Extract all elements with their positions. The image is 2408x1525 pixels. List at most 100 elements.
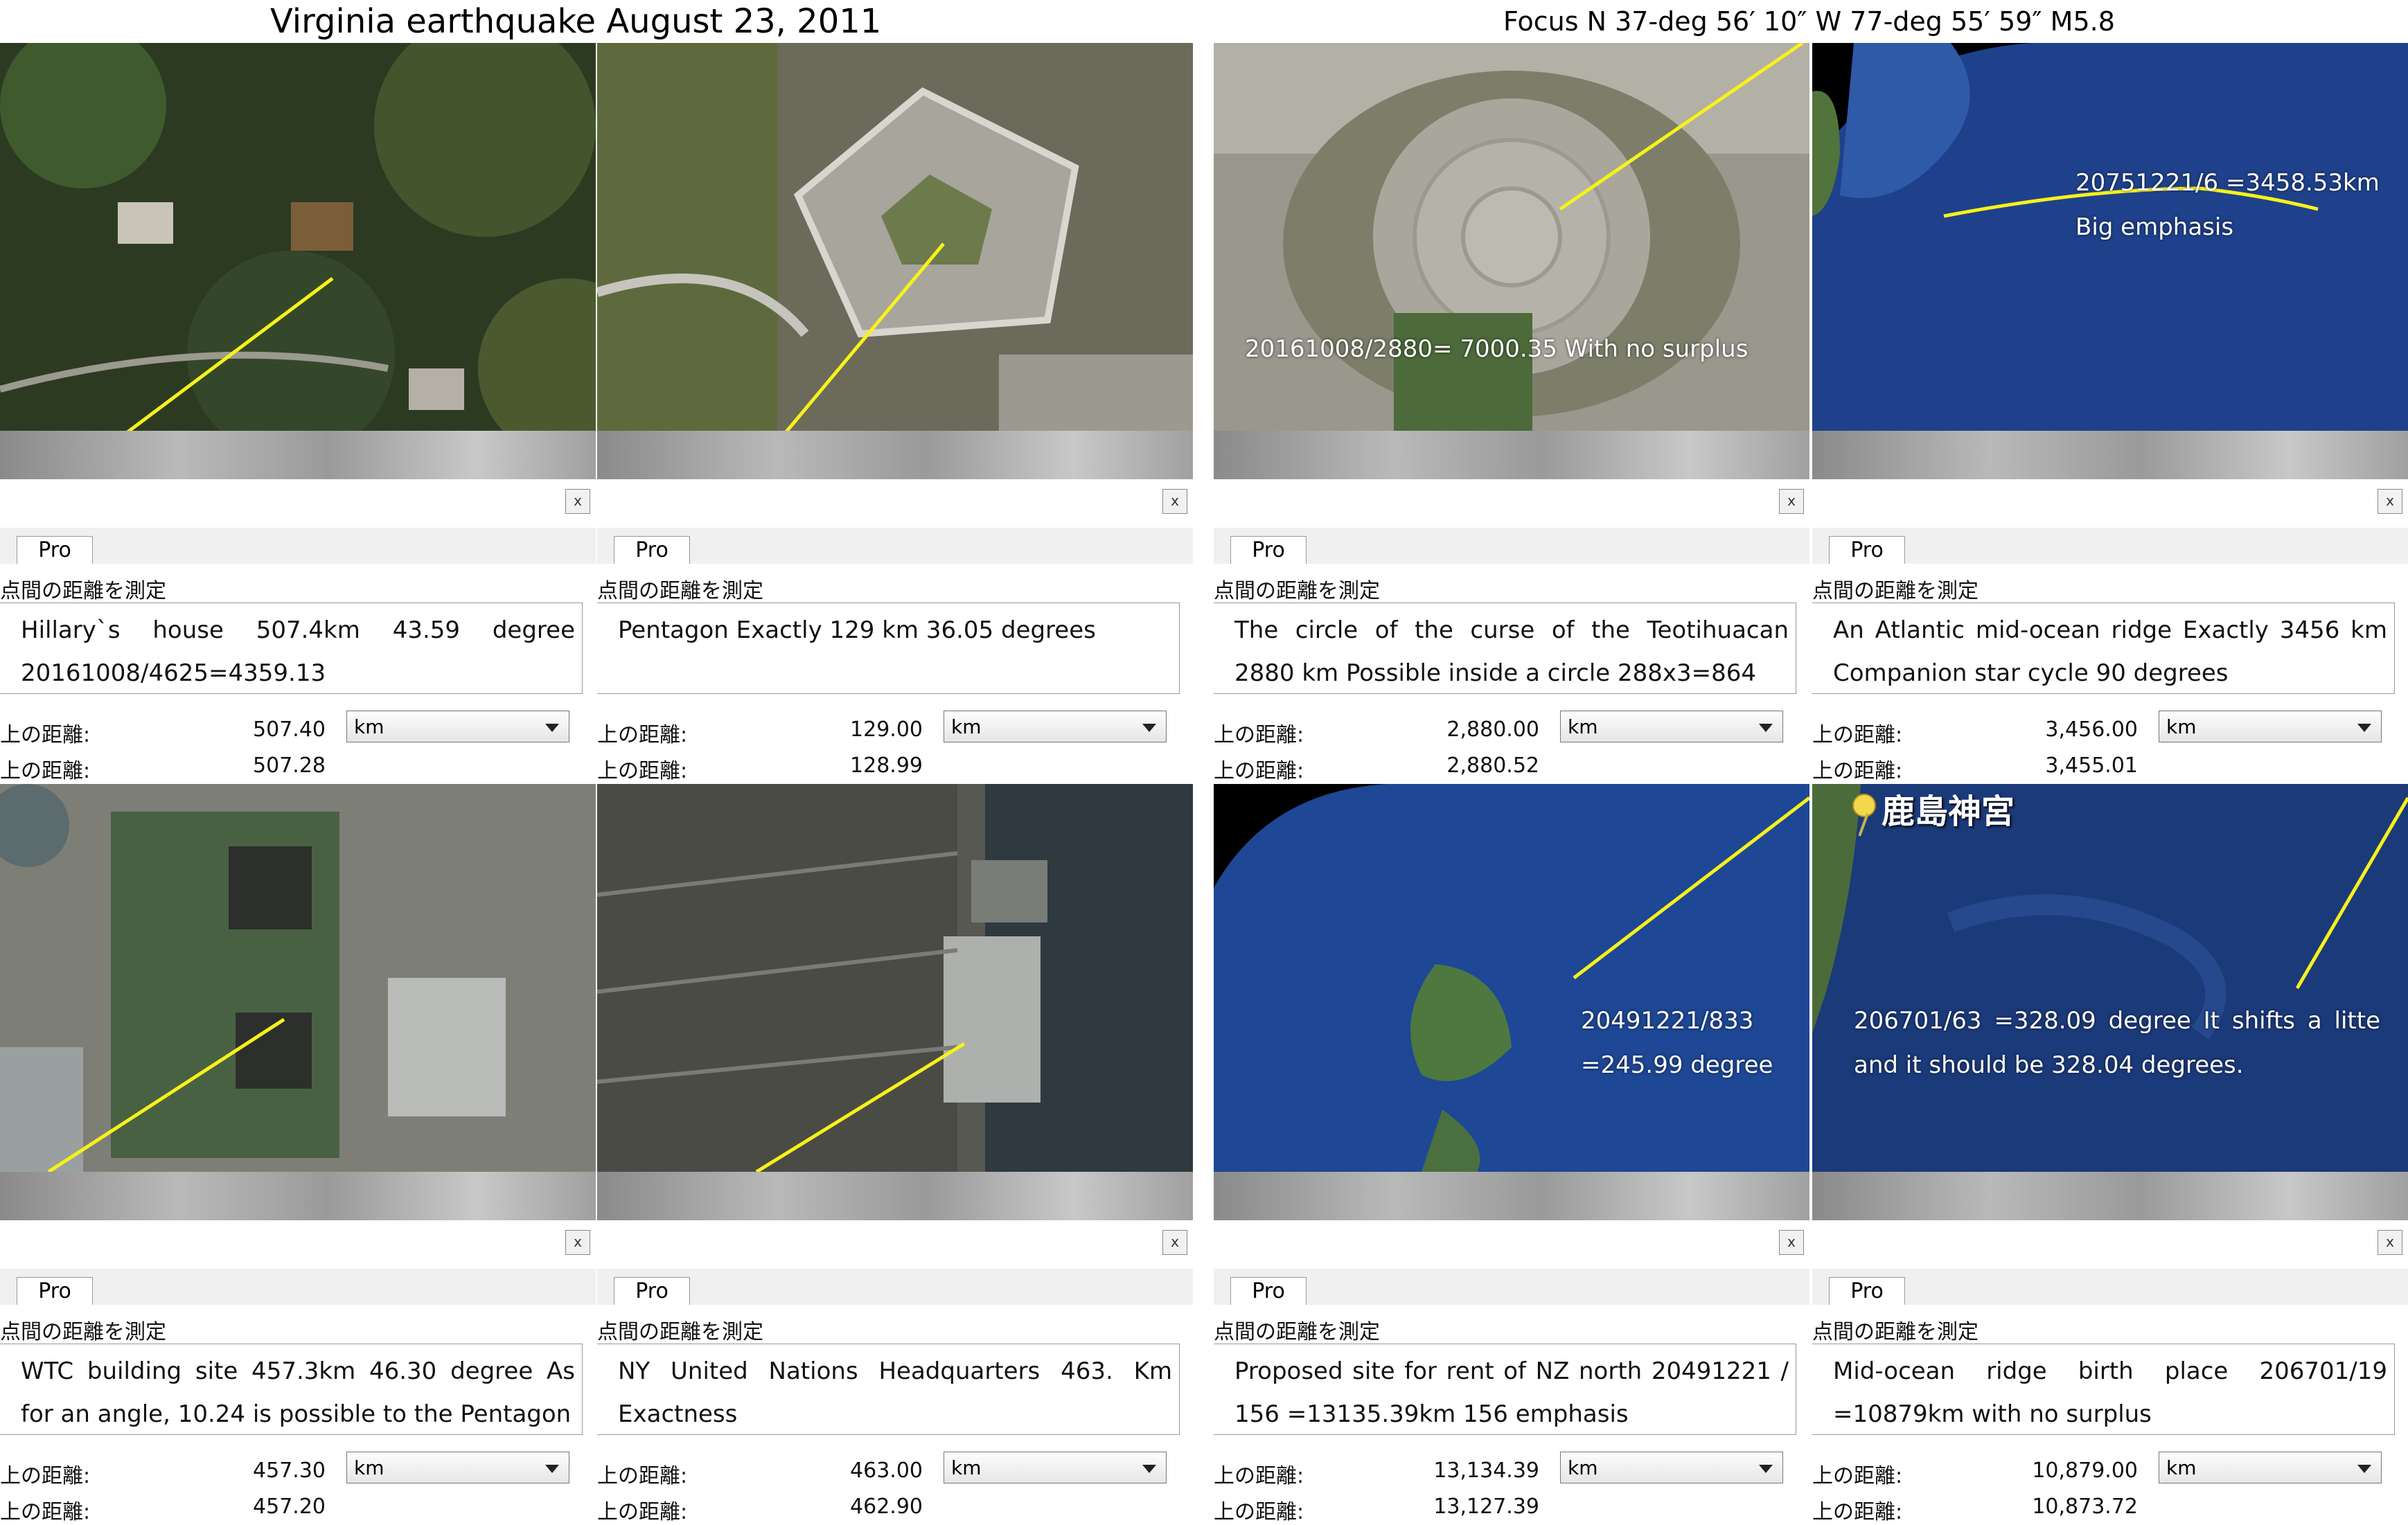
measure-panel: 20751221/6 =3458.53km Big emphasis x Pro 点間… [1812,43,2408,784]
map-image [0,784,596,1172]
unit-select-value: km [354,715,384,738]
measure-content: 点間の距離を測定 Hillary`s house 507.4km 43.59 de… [0,564,596,784]
note-box: Proposed site for rent of NZ north 20491… [1214,1344,1796,1435]
measure-panel: x Pro 点間の距離を測定 WTC building site 457.3km 46… [0,784,596,1525]
tab-bar: Pro [597,1269,1193,1305]
close-button[interactable]: x [565,1230,590,1255]
map-distance-label: 上の距離: [0,1464,91,1488]
chevron-down-icon [1759,724,1773,732]
unit-select[interactable]: km [346,711,569,742]
unit-select[interactable]: km [944,1452,1167,1483]
measure-panel: 20491221/833 =245.99 degree x Pro 点間の距離を測定 P… [1214,784,1809,1525]
measure-panel: x Pro 点間の距離を測定 Pentagon Exactly 129 km 36.0… [597,43,1193,784]
map-image [0,43,596,431]
measure-distance-label: 点間の距離を測定 [1214,1320,1380,1344]
note-text: An Atlantic mid-ocean ridge Exactly 3456… [1833,616,2387,687]
note-box: An Atlantic mid-ocean ridge Exactly 3456… [1812,603,2395,694]
note-text: Proposed site for rent of NZ north 20491… [1234,1357,1789,1428]
measure-distance-label: 点間の距離を測定 [0,579,166,603]
close-button[interactable]: x [565,489,590,514]
map-distance-label: 上の距離: [597,723,688,747]
close-button[interactable]: x [1779,1230,1804,1255]
note-text: The circle of the curse of the Teotihuac… [1234,616,1789,687]
measure-panel: x Pro 点間の距離を測定 Hillary`s house 507.4km 43.5… [0,43,596,784]
unit-select[interactable]: km [1560,1452,1783,1483]
ground-distance-value: 457.20 [253,1495,326,1519]
map-distance-label: 上の距離: [0,723,91,747]
close-button[interactable]: x [1779,489,1804,514]
map-bottom-strip [0,431,596,479]
satellite-map[interactable] [597,784,1193,1172]
map-distance-label: 上の距離: [1214,1464,1304,1488]
measure-distance-label: 点間の距離を測定 [0,1320,166,1344]
ground-distance-value: 2,880.52 [1446,753,1539,778]
unit-select[interactable]: km [346,1452,569,1483]
ground-distance-value: 462.90 [850,1495,923,1519]
close-button[interactable]: x [1162,1230,1187,1255]
measure-distance-label: 点間の距離を測定 [1812,579,1978,603]
note-text: Mid-ocean ridge birth place 206701/19 =1… [1833,1357,2387,1428]
measure-distance-label: 点間の距離を測定 [597,1320,763,1344]
tab-pro[interactable]: Pro [614,536,690,564]
ground-distance-value: 3,455.01 [2045,753,2138,778]
tab-pro[interactable]: Pro [614,1277,690,1305]
tab-pro[interactable]: Pro [17,536,93,564]
tab-pro[interactable]: Pro [1829,1277,1905,1305]
note-box: NY United Nations Headquarters 463. Km E… [597,1344,1180,1435]
measure-panel: x Pro 点間の距離を測定 NY United Nations Headquarte… [597,784,1193,1525]
satellite-map[interactable]: 鹿島神宮 206701/63 =328.09 degree It shifts a… [1812,784,2408,1172]
tab-pro[interactable]: Pro [1230,1277,1307,1305]
map-place-label: 鹿島神宮 [1882,792,2015,831]
page-title-left: Virginia earthquake August 23, 2011 [270,2,882,41]
satellite-map[interactable] [0,43,596,431]
ground-distance-value: 10,873.72 [2032,1495,2138,1519]
satellite-map[interactable]: 20161008/2880= 7000.35 With no surplus [1214,43,1809,431]
measure-content: 点間の距離を測定 The circle of the curse of the T… [1214,564,1809,784]
unit-select[interactable]: km [2159,711,2382,742]
measure-content: 点間の距離を測定 An Atlantic mid-ocean ridge Exac… [1812,564,2408,784]
measure-distance-label: 点間の距離を測定 [1214,579,1380,603]
tab-bar: Pro [1812,528,2408,564]
tab-pro[interactable]: Pro [1230,536,1307,564]
tab-pro[interactable]: Pro [1829,536,1905,564]
close-button[interactable]: x [1162,489,1187,514]
map-distance-label: 上の距離: [1214,723,1304,747]
map-distance-label: 上の距離: [1812,723,1903,747]
satellite-map[interactable]: 20751221/6 =3458.53km Big emphasis [1812,43,2408,431]
map-caption: 20491221/833 =245.99 degree [1581,1007,1773,1079]
tab-bar: Pro [1214,1269,1809,1305]
measure-distance-label: 点間の距離を測定 [597,579,763,603]
satellite-map[interactable]: 20491221/833 =245.99 degree [1214,784,1809,1172]
map-image [1812,784,2408,1172]
note-box: The circle of the curse of the Teotihuac… [1214,603,1796,694]
unit-select-value: km [1568,715,1598,738]
note-box: WTC building site 457.3km 46.30 degree A… [0,1344,583,1435]
satellite-map[interactable] [0,784,596,1172]
close-button[interactable]: x [2378,489,2402,514]
unit-select-value: km [951,1456,982,1479]
chevron-down-icon [1759,1465,1773,1473]
tab-pro[interactable]: Pro [17,1277,93,1305]
tab-bar: Pro [0,1269,596,1305]
note-text: NY United Nations Headquarters 463. Km E… [618,1357,1172,1428]
satellite-map[interactable] [597,43,1193,431]
page-title-right: Focus N 37-deg 56′ 10″ W 77-deg 55′ 59″ … [1503,6,2115,37]
measure-content: 点間の距離を測定 Pentagon Exactly 129 km 36.05 de… [597,564,1193,784]
unit-select[interactable]: km [944,711,1167,742]
measure-content: 点間の距離を測定 WTC building site 457.3km 46.30 … [0,1305,596,1525]
measure-panel: 20161008/2880= 7000.35 With no surplus x P… [1214,43,1809,784]
map-distance-value: 10,879.00 [2032,1459,2138,1483]
ground-distance-value: 507.28 [253,753,326,778]
close-button[interactable]: x [2378,1230,2402,1255]
unit-select[interactable]: km [2159,1452,2382,1483]
note-text: Hillary`s house 507.4km 43.59 degree 201… [21,616,575,687]
map-distance-value: 3,456.00 [2045,717,2138,742]
unit-select[interactable]: km [1560,711,1783,742]
ground-distance-value: 13,127.39 [1433,1495,1539,1519]
map-distance-label: 上の距離: [597,1464,688,1488]
tab-bar: Pro [1812,1269,2408,1305]
ground-distance-label: 上の距離: [597,1500,688,1524]
ground-distance-label: 上の距離: [597,759,688,783]
map-distance-value: 507.40 [253,717,326,742]
measure-content: 点間の距離を測定 NY United Nations Headquarters 4… [597,1305,1193,1525]
